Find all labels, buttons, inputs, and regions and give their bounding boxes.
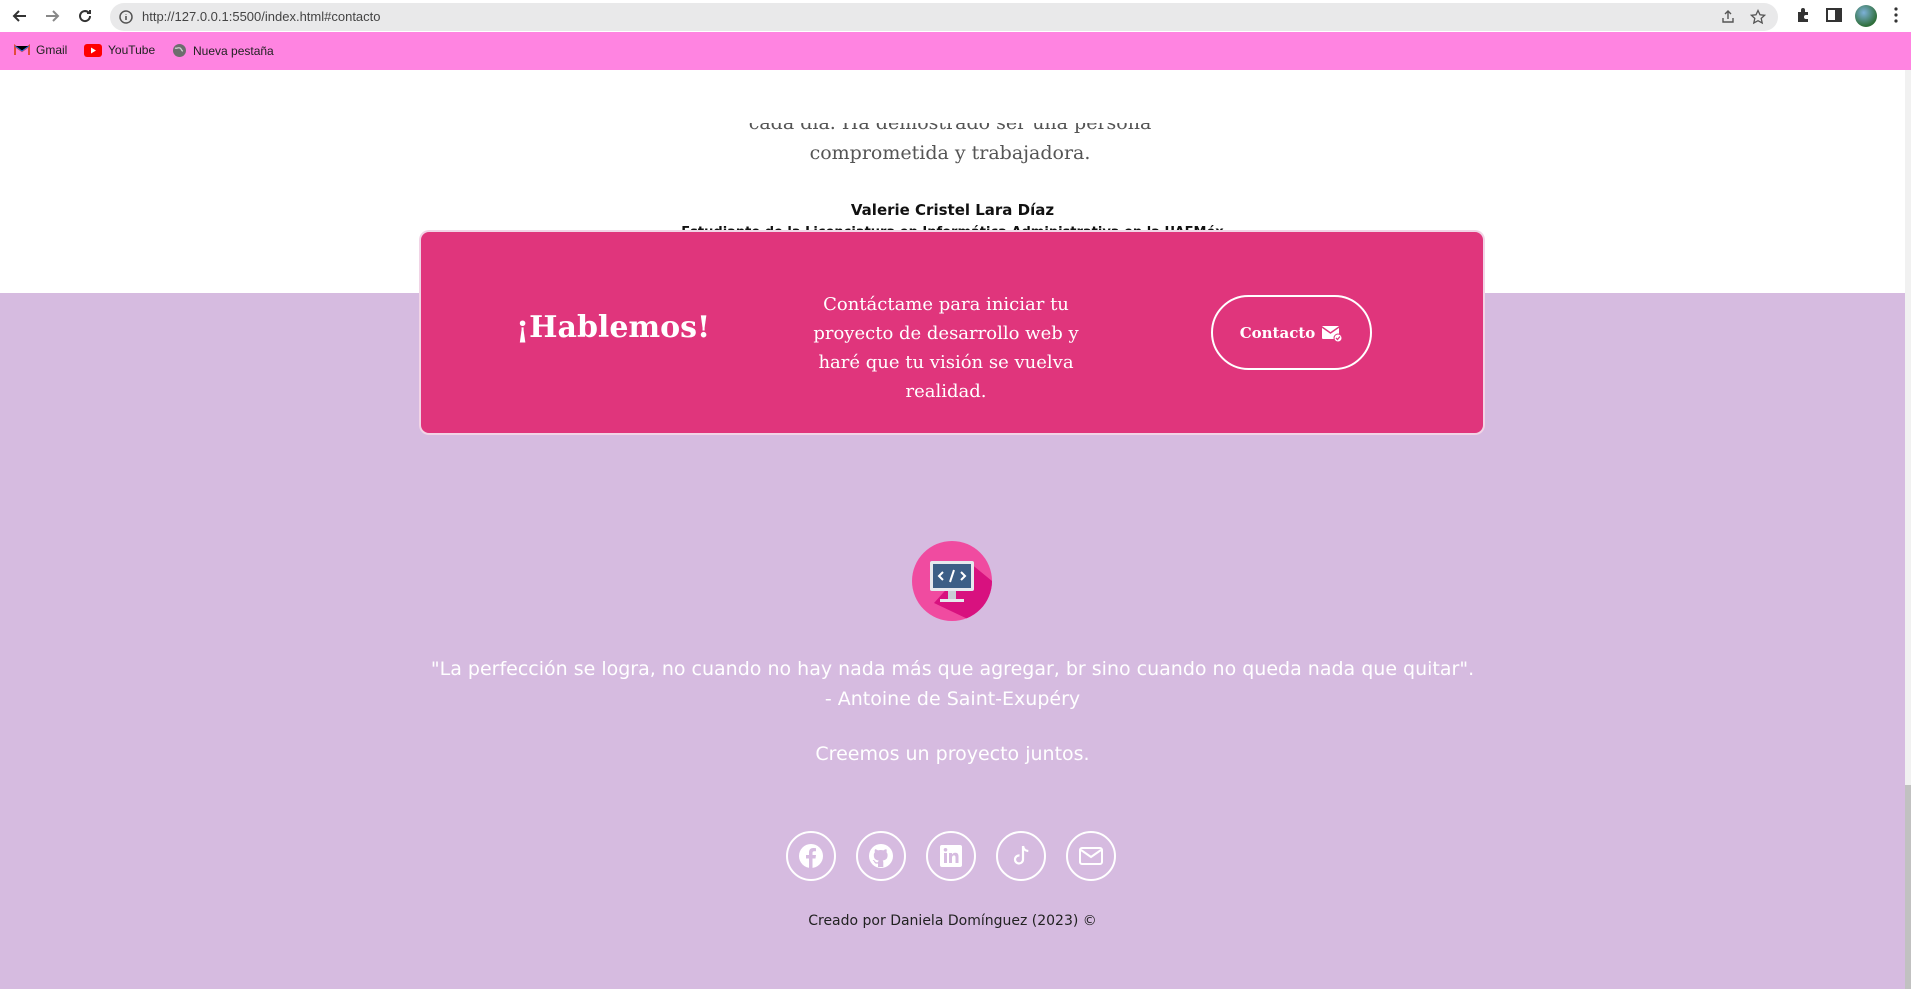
- contact-cta-card: ¡Hablemos! Contáctame para iniciar tu pr…: [421, 232, 1483, 433]
- tiktok-icon: [1013, 845, 1029, 865]
- globe-icon: [173, 44, 186, 57]
- extensions-icon[interactable]: [1794, 6, 1812, 24]
- bookmark-youtube[interactable]: YouTube: [84, 43, 155, 57]
- back-button[interactable]: [8, 4, 32, 28]
- profile-avatar[interactable]: [1855, 5, 1877, 27]
- email-link[interactable]: [1066, 831, 1116, 881]
- social-links: [786, 831, 1116, 881]
- mail-check-icon: [1321, 325, 1343, 342]
- browser-toolbar: http://127.0.0.1:5500/index.html#contact…: [0, 0, 1911, 32]
- footer-quote: "La perfección se logra, no cuando no ha…: [0, 654, 1905, 714]
- back-arrow-icon: [12, 10, 26, 22]
- mail-icon: [1079, 847, 1103, 865]
- forward-button[interactable]: [40, 4, 64, 28]
- bookmark-label: YouTube: [108, 43, 156, 57]
- forward-arrow-icon: [46, 10, 60, 22]
- bookmark-label: Nueva pestaña: [193, 43, 274, 58]
- github-link[interactable]: [856, 831, 906, 881]
- reload-icon: [79, 10, 92, 23]
- kebab-menu-icon[interactable]: [1893, 6, 1899, 24]
- facebook-link[interactable]: [786, 831, 836, 881]
- bookmark-gmail[interactable]: Gmail: [14, 43, 67, 57]
- github-icon: [869, 844, 893, 868]
- youtube-icon: [84, 43, 102, 57]
- bookmark-nueva-pestana[interactable]: Nueva pestaña: [172, 43, 274, 58]
- linkedin-icon: [940, 845, 962, 867]
- share-icon[interactable]: [1720, 9, 1736, 25]
- developer-logo-icon: [912, 541, 992, 621]
- bookmark-label: Gmail: [36, 43, 68, 57]
- side-panel-icon[interactable]: [1825, 6, 1843, 24]
- reload-button[interactable]: [73, 4, 97, 28]
- quote-text: "La perfección se logra, no cuando no ha…: [430, 658, 1475, 680]
- linkedin-link[interactable]: [926, 831, 976, 881]
- testimonial-line: comprometida y trabajadora.: [809, 142, 1091, 164]
- gmail-icon: [14, 44, 30, 55]
- footer-tagline: Creemos un proyecto juntos.: [815, 743, 1090, 765]
- cta-title: ¡Hablemos!: [516, 310, 711, 345]
- site-info-icon[interactable]: [118, 9, 134, 25]
- url-text: http://127.0.0.1:5500/index.html#contact…: [142, 9, 381, 24]
- contact-button[interactable]: Contacto: [1211, 295, 1372, 370]
- bookmarks-bar: Gmail YouTube Nueva pestaña: [0, 32, 1911, 70]
- cta-text: Contáctame para iniciar tu proyecto de d…: [813, 294, 1079, 402]
- address-bar[interactable]: http://127.0.0.1:5500/index.html#contact…: [110, 3, 1778, 31]
- testimonial-author: Valerie Cristel Lara Díaz: [850, 201, 1055, 219]
- tiktok-link[interactable]: [996, 831, 1046, 881]
- bookmark-star-icon[interactable]: [1750, 9, 1766, 25]
- testimonial-line: cada día. Ha demostrado ser una persona …: [748, 112, 1152, 134]
- quote-author: - Antoine de Saint-Exupéry: [824, 688, 1081, 710]
- footer-credit: Creado por Daniela Domínguez (2023) ©: [808, 913, 1097, 929]
- scrollbar-thumb[interactable]: [1905, 785, 1911, 989]
- facebook-icon: [799, 844, 823, 868]
- contact-button-label: Contacto: [1239, 323, 1316, 342]
- testimonial-text: cada día. Ha demostrado ser una persona …: [690, 123, 1210, 168]
